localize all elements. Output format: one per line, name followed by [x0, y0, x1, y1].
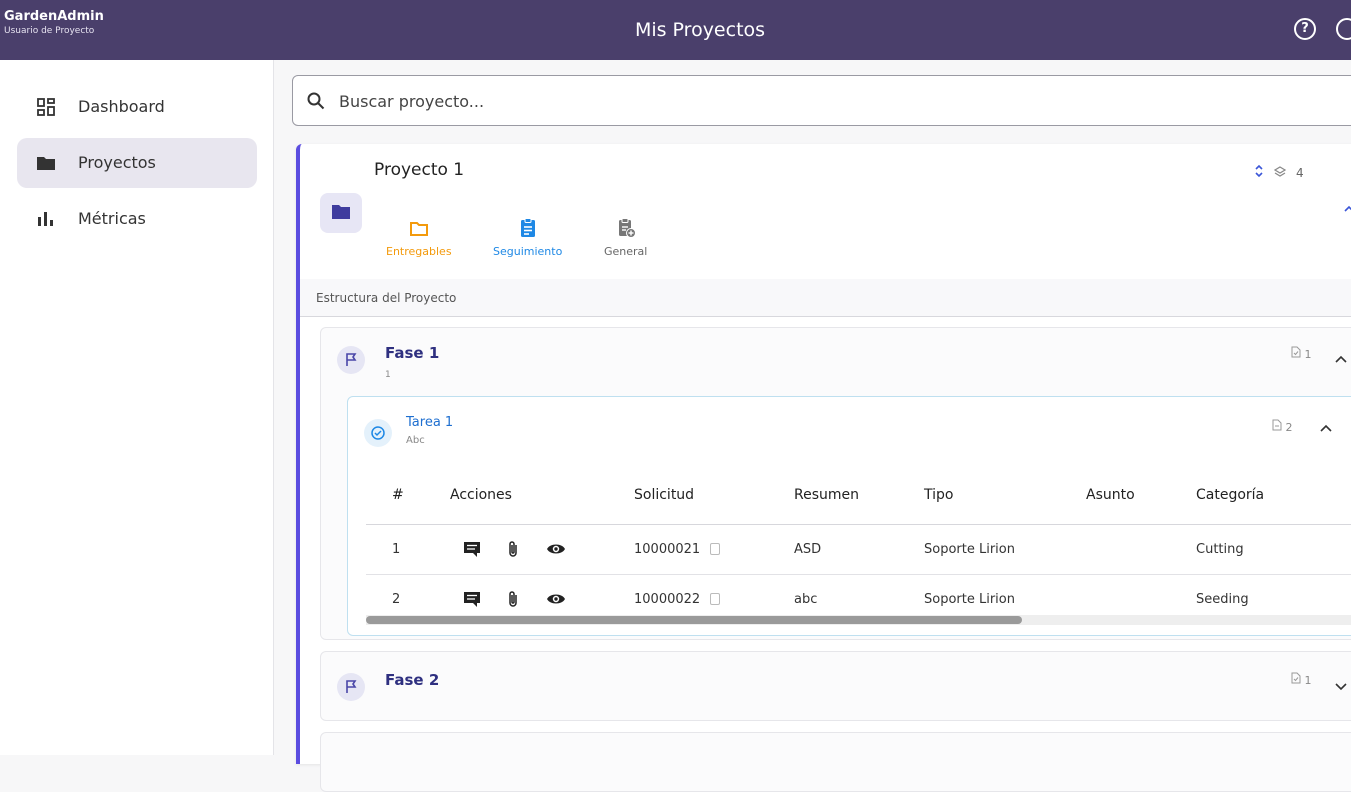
- sidebar-item-label: Proyectos: [78, 153, 156, 172]
- phase-card-2: Fase 2 1: [320, 651, 1351, 721]
- row-resumen: ASD: [794, 524, 924, 575]
- phase-count-value: 1: [1304, 674, 1312, 687]
- eye-icon[interactable]: [546, 540, 566, 558]
- eye-icon[interactable]: [546, 590, 566, 608]
- chevron-down-icon[interactable]: [1335, 680, 1347, 694]
- project-folder-icon: [320, 193, 362, 233]
- column-header: Solicitud: [634, 467, 794, 525]
- module-general[interactable]: General: [604, 217, 647, 258]
- attachment-icon[interactable]: [504, 590, 524, 608]
- comment-icon[interactable]: [462, 590, 482, 608]
- help-icon[interactable]: ?: [1294, 18, 1316, 40]
- chevron-up-icon[interactable]: [1320, 421, 1332, 435]
- table-header-row: # Acciones Solicitud Resumen Tipo Asunto…: [366, 467, 1351, 525]
- task-count-value: 2: [1285, 421, 1293, 434]
- phase-card-1: Fase 1 1 1 Tarea 1 Abc 2 # Acciones Soli…: [320, 327, 1351, 640]
- layers-icon: [1273, 165, 1287, 181]
- phase-title[interactable]: Fase 2: [385, 671, 439, 689]
- row-actions: [450, 524, 634, 575]
- sidebar: Dashboard Proyectos Métricas: [0, 60, 274, 755]
- attachment-icon[interactable]: [504, 540, 524, 558]
- task-subtitle: Abc: [406, 435, 425, 446]
- module-label: General: [604, 245, 648, 258]
- page-title: Mis Proyectos: [634, 19, 766, 41]
- folder-icon: [36, 153, 56, 173]
- row-solicitud: 10000021: [634, 524, 794, 575]
- phase-count: 1: [1291, 346, 1312, 361]
- bar-chart-icon: [36, 209, 56, 229]
- task-card-1: Tarea 1 Abc 2 # Acciones Solicitud Resum…: [347, 396, 1351, 636]
- row-tipo: Soporte Lirion: [924, 524, 1086, 575]
- row-asunto: [1086, 524, 1196, 575]
- module-seguimiento[interactable]: Seguimiento: [493, 217, 562, 258]
- check-circle-icon: [364, 419, 392, 447]
- column-header: Asunto: [1086, 467, 1196, 525]
- structure-label: Estructura del Proyecto: [316, 291, 457, 305]
- clipboard-add-icon: [615, 217, 637, 239]
- phase-count-value: 1: [1304, 348, 1312, 361]
- structure-header: Estructura del Proyecto: [300, 279, 1351, 317]
- module-entregables[interactable]: Entregables: [386, 217, 452, 258]
- requests-table: # Acciones Solicitud Resumen Tipo Asunto…: [366, 467, 1351, 625]
- account-icon[interactable]: [1336, 18, 1351, 40]
- solicitud-value: 10000021: [634, 541, 701, 557]
- module-label: Seguimiento: [493, 245, 563, 258]
- flag-icon: [337, 673, 365, 701]
- search-box: [292, 75, 1351, 126]
- solicitud-value: 10000022: [634, 591, 701, 607]
- search-icon: [307, 92, 325, 110]
- sort-icon[interactable]: [1254, 164, 1264, 182]
- horizontal-scrollbar[interactable]: [366, 615, 1351, 625]
- project-meta: 4: [1254, 164, 1304, 182]
- main-content: Proyecto 1 4 Entregables Segui: [292, 75, 1351, 792]
- task-count: 2: [1272, 419, 1293, 434]
- flag-icon: [337, 346, 365, 374]
- column-header: Tipo: [924, 467, 1086, 525]
- chevron-up-icon[interactable]: [1335, 352, 1347, 366]
- dashboard-icon: [36, 97, 56, 117]
- scrollbar-thumb[interactable]: [366, 616, 1022, 624]
- phase-subtitle: 1: [385, 370, 391, 380]
- column-header: Resumen: [794, 467, 924, 525]
- folder-outline-icon: [408, 217, 430, 239]
- project-title: Proyecto 1: [374, 160, 465, 180]
- sidebar-item-metricas[interactable]: Métricas: [17, 194, 257, 244]
- column-header: Acciones: [450, 467, 634, 525]
- module-label: Entregables: [386, 245, 452, 258]
- search-input[interactable]: [339, 89, 939, 113]
- clipboard-icon: [517, 217, 539, 239]
- project-count: 4: [1296, 166, 1304, 180]
- project-card: Proyecto 1 4 Entregables Seguimiento Gen…: [296, 144, 1351, 792]
- row-categoria: Cutting: [1196, 524, 1351, 575]
- top-bar: GardenAdmin Usuario de Proyecto Mis Proy…: [0, 0, 1351, 60]
- sidebar-item-label: Métricas: [78, 209, 146, 228]
- copy-icon[interactable]: [710, 593, 721, 605]
- column-header: #: [366, 467, 450, 525]
- phase-count: 1: [1291, 672, 1312, 687]
- phase-card-3: [320, 732, 1351, 792]
- sidebar-item-proyectos[interactable]: Proyectos: [17, 138, 257, 188]
- phase-title[interactable]: Fase 1: [385, 344, 439, 362]
- task-title[interactable]: Tarea 1: [406, 415, 453, 430]
- project-collapse-icon[interactable]: [1344, 202, 1351, 216]
- copy-icon[interactable]: [710, 543, 721, 555]
- table-row: 1 10000021 ASD Soporte Lirion Cutting: [366, 524, 1351, 575]
- row-number: 1: [366, 524, 450, 575]
- sidebar-item-dashboard[interactable]: Dashboard: [17, 82, 257, 132]
- column-header: Categoría: [1196, 467, 1351, 525]
- sidebar-item-label: Dashboard: [78, 97, 165, 116]
- comment-icon[interactable]: [462, 540, 482, 558]
